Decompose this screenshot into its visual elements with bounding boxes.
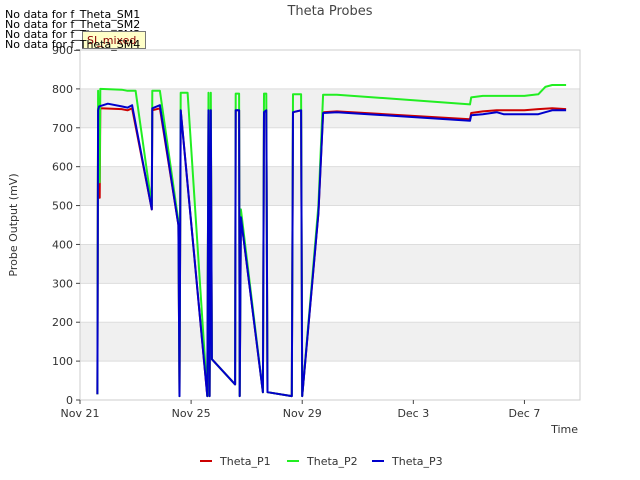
y-tick-label: 500 xyxy=(52,200,73,213)
y-tick-label: 300 xyxy=(52,277,73,290)
chart-title: Theta Probes xyxy=(286,4,372,19)
nodata-message: No data for f_Theta_SM4 xyxy=(5,38,141,51)
y-tick-label: 800 xyxy=(52,83,73,96)
x-tick-label: Nov 21 xyxy=(61,407,100,420)
chart-svg: 0100200300400500600700800900Nov 21 Nov 25… xyxy=(7,4,581,468)
y-axis-label: Probe Output (mV) xyxy=(7,173,20,276)
legend-label: Theta_P1 xyxy=(219,455,271,468)
x-tick-label: Dec 7 xyxy=(509,407,541,420)
background-band xyxy=(80,244,580,284)
legend-label: Theta_P3 xyxy=(391,455,443,468)
y-tick-label: 100 xyxy=(52,355,73,368)
legend-label: Theta_P2 xyxy=(306,455,358,468)
y-tick-label: 200 xyxy=(52,316,73,329)
x-tick-label: Dec 3 xyxy=(397,407,429,420)
x-axis-label: Time xyxy=(550,423,578,436)
background-band xyxy=(80,322,580,362)
x-tick-label: Nov 25 xyxy=(172,407,211,420)
background-band xyxy=(80,166,580,206)
y-tick-label: 400 xyxy=(52,238,73,251)
x-tick-label: Nov 29 xyxy=(283,407,322,420)
y-tick-label: 700 xyxy=(52,122,73,135)
y-tick-label: 0 xyxy=(66,394,73,407)
y-tick-label: 600 xyxy=(52,161,73,174)
